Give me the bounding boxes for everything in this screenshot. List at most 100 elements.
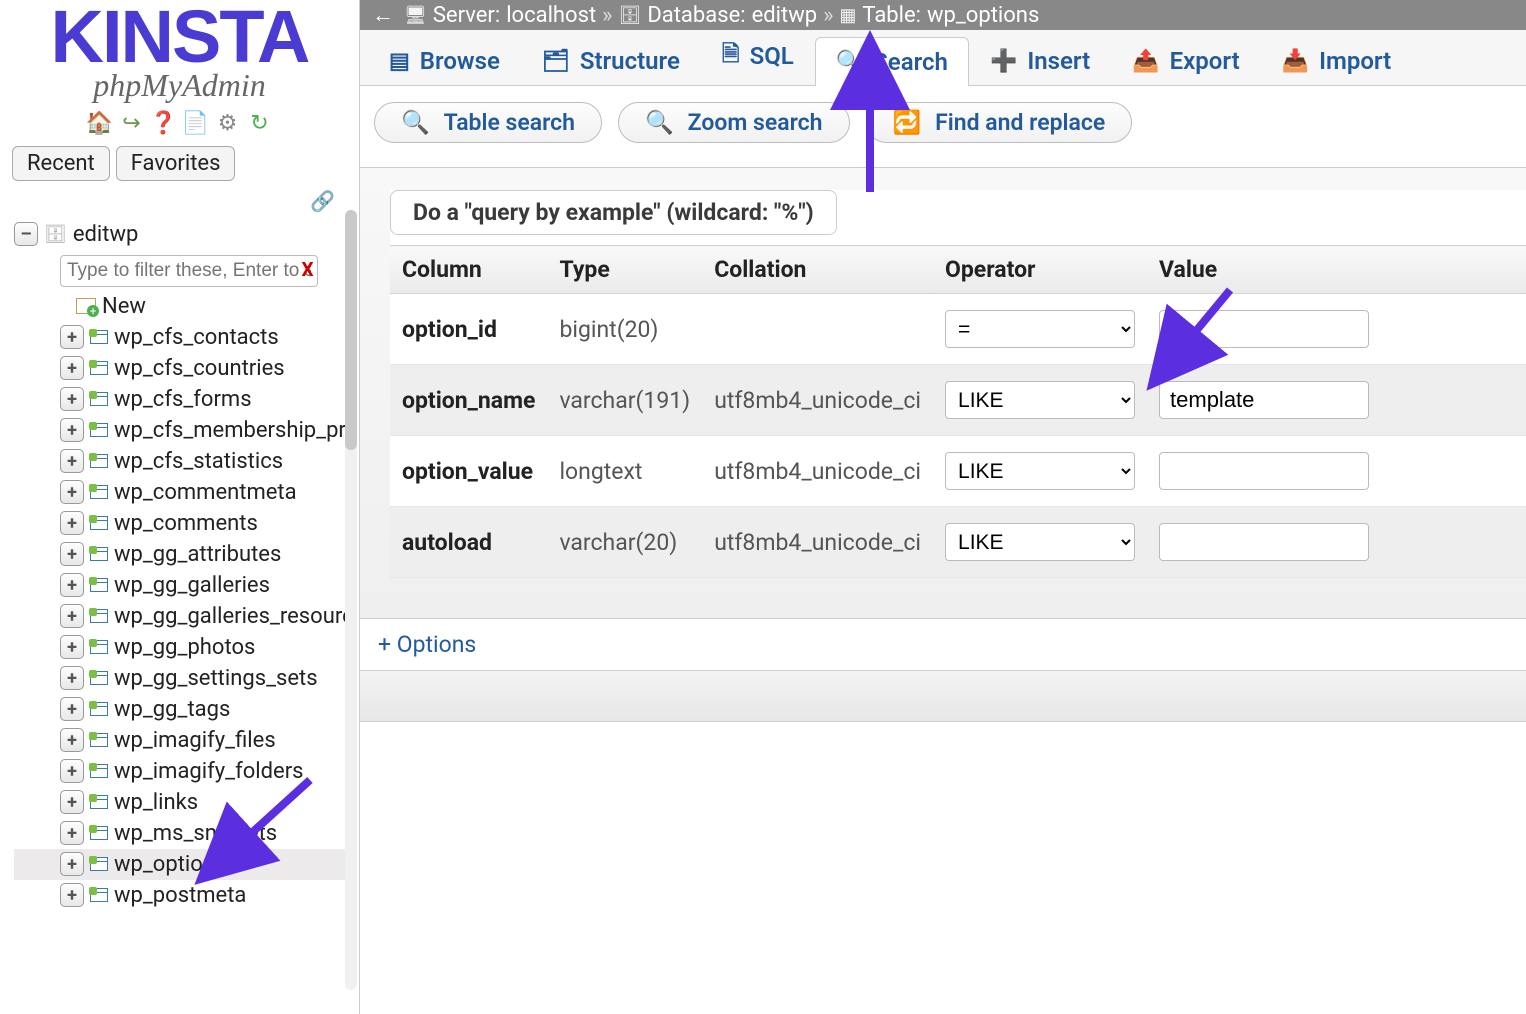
expand-icon[interactable]: + (60, 635, 84, 659)
table-icon (90, 733, 108, 747)
expand-icon[interactable]: + (60, 666, 84, 690)
new-table-link[interactable]: New (14, 291, 353, 322)
bc-server-value[interactable]: localhost (506, 3, 596, 28)
sidebar-table-wp-cfs-statistics[interactable]: +wp_cfs_statistics (14, 446, 353, 477)
expand-icon[interactable]: + (60, 387, 84, 411)
expand-icon[interactable]: + (60, 852, 84, 876)
tab-insert-label: Insert (1027, 47, 1090, 75)
table-label: wp_comments (114, 508, 258, 539)
sidebar-table-wp-gg-attributes[interactable]: +wp_gg_attributes (14, 539, 353, 570)
value-input[interactable] (1159, 310, 1369, 348)
expand-icon[interactable]: + (60, 883, 84, 907)
expand-icon[interactable]: + (60, 356, 84, 380)
expand-icon[interactable]: + (60, 821, 84, 845)
new-label: New (102, 291, 146, 322)
table-label: wp_gg_photos (114, 632, 255, 663)
expand-icon[interactable]: + (60, 790, 84, 814)
th-type: Type (547, 246, 702, 294)
sidebar-table-wp-gg-settings-sets[interactable]: +wp_gg_settings_sets (14, 663, 353, 694)
table-search-button[interactable]: 🔍 Table search (374, 102, 602, 143)
value-input[interactable] (1159, 452, 1369, 490)
search-subtabs: 🔍 Table search 🔍 Zoom search 🔁 Find and … (360, 86, 1526, 159)
tab-browse[interactable]: ▤ Browse (368, 36, 521, 85)
sidebar-scrollbar[interactable] (345, 210, 357, 990)
operator-select[interactable]: LIKE (945, 523, 1135, 561)
tab-search-label: Search (873, 48, 948, 76)
zoom-search-button[interactable]: 🔍 Zoom search (618, 102, 850, 143)
expand-icon[interactable]: + (60, 728, 84, 752)
sidebar-table-wp-gg-galleries[interactable]: + wp_gg_galleries (14, 570, 353, 601)
operator-select[interactable]: = (945, 310, 1135, 348)
tab-sql[interactable]: 🗎 SQL (701, 26, 815, 85)
back-icon[interactable]: ← (368, 2, 398, 28)
collapse-icon[interactable]: – (14, 222, 38, 246)
sidebar-table-wp-gg-photos[interactable]: + wp_gg_photos (14, 632, 353, 663)
sidebar-table-wp-postmeta[interactable]: +wp_postmeta (14, 880, 353, 911)
sidebar-table-wp-cfs-countries[interactable]: +wp_cfs_countries (14, 353, 353, 384)
expand-icon[interactable]: + (60, 604, 84, 628)
sidebar-table-wp-comments[interactable]: + wp_comments (14, 508, 353, 539)
tab-insert[interactable]: ➕ Insert (969, 36, 1111, 85)
sidebar-table-wp-options[interactable]: +wp_options (14, 849, 353, 880)
table-label: wp_cfs_membership_prese (114, 415, 353, 446)
sidebar-table-wp-imagify-folders[interactable]: +wp_imagify_folders (14, 756, 353, 787)
sidebar-table-wp-cfs-forms[interactable]: +wp_cfs_forms (14, 384, 353, 415)
expand-icon[interactable]: + (60, 325, 84, 349)
options-toggle[interactable]: + Options (360, 619, 1526, 670)
expand-icon[interactable]: + (60, 449, 84, 473)
value-input[interactable] (1159, 523, 1369, 561)
replace-icon: 🔁 (893, 109, 922, 136)
tab-structure[interactable]: 🗂 Structure (521, 36, 701, 85)
recent-favorites-tabs: Recent Favorites (0, 142, 359, 185)
operator-select[interactable]: LIKE (945, 381, 1135, 419)
sidebar-table-wp-gg-galleries-resources[interactable]: +wp_gg_galleries_resources (14, 601, 353, 632)
docs-icon[interactable]: 📄 (184, 112, 208, 136)
link-icon[interactable]: 🔗 (0, 185, 359, 217)
tab-export[interactable]: 📤 Export (1111, 36, 1260, 85)
sidebar-table-wp-links[interactable]: +wp_links (14, 787, 353, 818)
table-icon (90, 764, 108, 778)
gear-icon[interactable]: ⚙ (216, 112, 240, 136)
table-label: wp_gg_galleries (114, 570, 270, 601)
tab-import[interactable]: 📥 Import (1261, 36, 1413, 85)
bc-db-value[interactable]: editwp (752, 3, 818, 28)
table-icon (90, 516, 108, 530)
expand-icon[interactable]: + (60, 759, 84, 783)
bc-table-label: Table: (862, 3, 921, 28)
search-icon: 🔍 (836, 50, 863, 75)
expand-icon[interactable]: + (60, 511, 84, 535)
sidebar-table-wp-commentmeta[interactable]: +wp_commentmeta (14, 477, 353, 508)
logo: KINSTA phpMyAdmin (0, 0, 359, 106)
operator-select[interactable]: LIKE (945, 452, 1135, 490)
help-icon[interactable]: ❓ (152, 112, 176, 136)
clear-filter-icon[interactable]: X (301, 258, 313, 281)
exit-icon[interactable]: ↪ (120, 112, 144, 136)
tab-search[interactable]: 🔍 Search (815, 37, 969, 86)
find-replace-button[interactable]: 🔁 Find and replace (866, 102, 1133, 143)
sidebar-table-wp-cfs-membership-prese[interactable]: + wp_cfs_membership_prese (14, 415, 353, 446)
search-row-autoload: autoloadvarchar(20)utf8mb4_unicode_ciLIK… (390, 507, 1526, 578)
expand-icon[interactable]: + (60, 697, 84, 721)
database-node[interactable]: – 🗄 editwp (14, 219, 353, 250)
expand-icon[interactable]: + (60, 418, 84, 442)
scrollbar-thumb[interactable] (345, 210, 357, 450)
search-row-option_name: option_namevarchar(191)utf8mb4_unicode_c… (390, 365, 1526, 436)
nav-tree: – 🗄 editwp X New +wp_cfs_contacts+wp_cfs… (0, 217, 359, 911)
expand-icon[interactable]: + (60, 573, 84, 597)
expand-icon[interactable]: + (60, 542, 84, 566)
expand-icon[interactable]: + (60, 480, 84, 504)
recent-tab[interactable]: Recent (12, 146, 110, 181)
sidebar-table-wp-imagify-files[interactable]: +wp_imagify_files (14, 725, 353, 756)
reload-icon[interactable]: ↻ (248, 112, 272, 136)
home-icon[interactable]: 🏠 (88, 112, 112, 136)
sidebar-table-wp-ms-snippets[interactable]: +wp_ms_snippets (14, 818, 353, 849)
table-filter-input[interactable] (60, 255, 318, 287)
th-column: Column (390, 246, 547, 294)
bc-table-value[interactable]: wp_options (927, 3, 1039, 28)
cell-collation: utf8mb4_unicode_ci (702, 507, 933, 578)
sidebar-table-wp-cfs-contacts[interactable]: +wp_cfs_contacts (14, 322, 353, 353)
value-input[interactable] (1159, 381, 1369, 419)
favorites-tab[interactable]: Favorites (116, 146, 236, 181)
sidebar-table-wp-gg-tags[interactable]: +wp_gg_tags (14, 694, 353, 725)
bc-server-label: Server: (433, 3, 500, 28)
